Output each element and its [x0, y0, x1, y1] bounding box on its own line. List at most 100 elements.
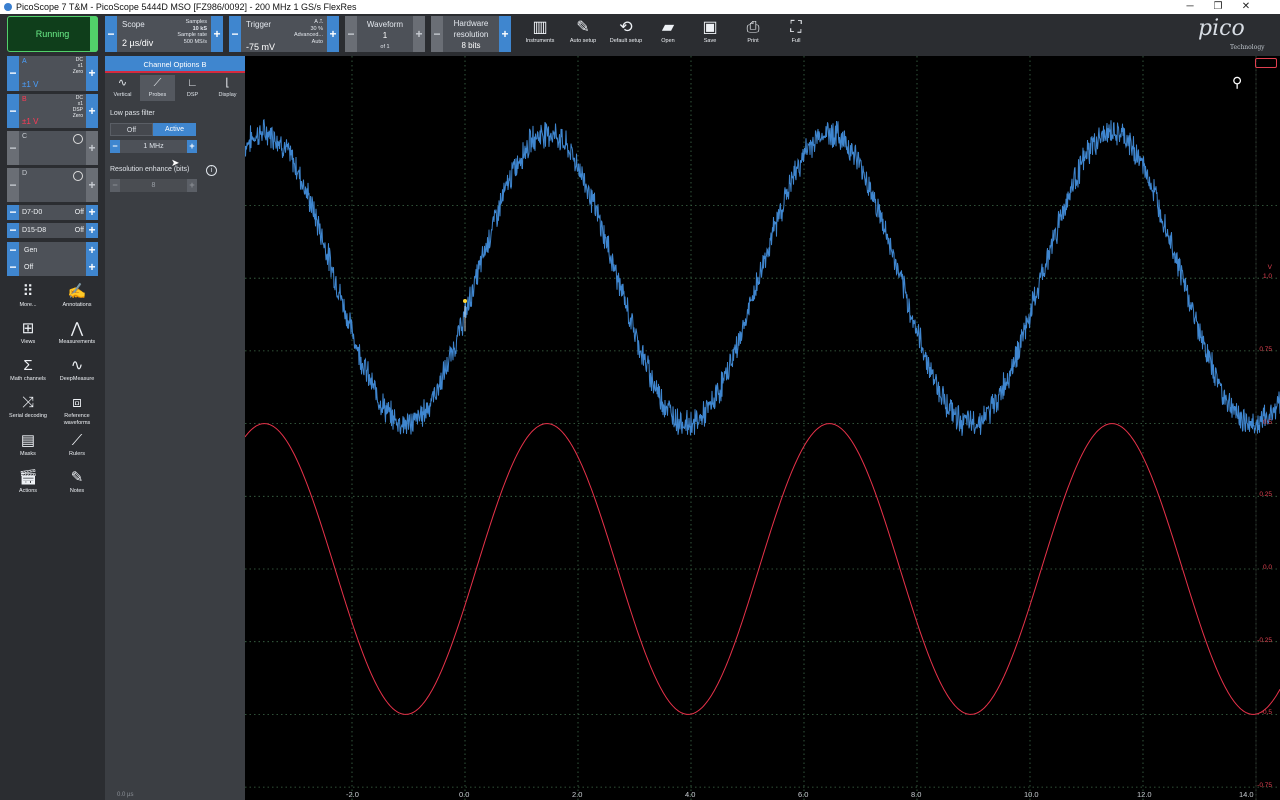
actions-button[interactable]: 🎬︎ Actions: [3, 468, 53, 495]
digital-d7-d0-decrease[interactable]: −: [7, 205, 19, 220]
rulers-button[interactable]: ⟋ Rulers: [52, 431, 102, 458]
restore-icon[interactable]: ❐: [1204, 0, 1232, 14]
gen-state[interactable]: Off: [24, 264, 33, 271]
digital-d15-d8-increase[interactable]: +: [86, 223, 98, 238]
channel-c-range-increase[interactable]: +: [86, 131, 98, 165]
notes-button[interactable]: ✎ Notes: [52, 468, 102, 495]
tab-vertical[interactable]: ∿ Vertical: [105, 75, 140, 101]
trigger-label: Trigger: [246, 20, 272, 29]
channel-b-range[interactable]: ±1 V: [22, 117, 38, 126]
samples-value[interactable]: 10 kS: [193, 26, 207, 32]
digital-d15-d8-state[interactable]: Off: [75, 227, 84, 234]
tab-display[interactable]: ⌊ Display: [210, 75, 245, 101]
more-button[interactable]: ⠿ More...: [3, 282, 53, 309]
tab-dsp[interactable]: ∟ DSP: [175, 75, 210, 101]
timebase-increase-button[interactable]: +: [211, 16, 223, 52]
low-pass-off-toggle[interactable]: Off: [110, 123, 153, 136]
channel-b-zero[interactable]: Zero: [73, 113, 83, 119]
channel-a-control[interactable]: − A ±1 V DC x1 Zero +: [7, 56, 98, 91]
run-indicator: [90, 16, 98, 52]
annotations-button[interactable]: ✍ Annotations: [52, 282, 102, 309]
trigger-mode[interactable]: Auto: [312, 39, 323, 45]
channel-d-control[interactable]: − D +: [7, 168, 98, 202]
channel-d-range-decrease[interactable]: −: [7, 168, 19, 202]
gen-state-increase[interactable]: +: [86, 259, 98, 276]
run-stop-button[interactable]: Running: [7, 16, 98, 52]
channel-c-range-decrease[interactable]: −: [7, 131, 19, 165]
low-pass-frequency-stepper[interactable]: − 1 MHz +: [110, 140, 197, 153]
digital-d7-d0-increase[interactable]: +: [86, 205, 98, 220]
digital-d7-d0-state[interactable]: Off: [75, 209, 84, 216]
vertical-icon: ∿: [117, 77, 128, 89]
math-channels-button[interactable]: Σ Math channels: [3, 356, 53, 383]
channel-b-control[interactable]: − B ±1 V DC x1 DSP Zero +: [7, 94, 98, 128]
channel-b-letter: B: [22, 96, 27, 103]
channel-a-range-increase[interactable]: +: [86, 56, 98, 91]
timebase-group: − Scope 2 µs/div Samples 10 kS Sample ra…: [105, 16, 223, 52]
channel-a-zero[interactable]: Zero: [73, 69, 83, 75]
resolution-enhance-stepper[interactable]: − 8 +: [110, 179, 197, 192]
frequency-increase-button[interactable]: +: [187, 140, 197, 153]
channel-b-range-increase[interactable]: +: [86, 94, 98, 128]
trigger-level[interactable]: -75 mV: [246, 42, 275, 52]
timebase-decrease-button[interactable]: −: [105, 16, 117, 52]
measurements-label: Measurements: [58, 339, 96, 345]
gen-increase[interactable]: +: [86, 242, 98, 259]
low-pass-frequency-value[interactable]: 1 MHz: [120, 140, 187, 153]
digital-d15-d8-decrease[interactable]: −: [7, 223, 19, 238]
masks-button[interactable]: ▤ Masks: [3, 431, 53, 458]
display-icon: ⌊: [225, 77, 230, 89]
pico-sub: Technology: [1230, 44, 1265, 51]
channel-c-power-icon[interactable]: [73, 134, 83, 144]
auto-setup-button[interactable]: ✎ Auto setup: [563, 18, 603, 52]
deepmeasure-button[interactable]: ∿ DeepMeasure: [52, 356, 102, 383]
full-screen-button[interactable]: ⛶ Full: [776, 18, 816, 52]
printer-icon: ⎙: [746, 19, 760, 36]
trigger-channel[interactable]: A: [314, 19, 317, 25]
measurements-button[interactable]: ⋀ Measurements: [52, 319, 102, 346]
channel-d-power-icon[interactable]: [73, 171, 83, 181]
scope-view[interactable]: ⚲ V 1.0 0.75 0.5 0.25 0.0 -0.25 -0.5 -0.75 -2.0 0…: [245, 56, 1280, 800]
default-setup-button[interactable]: ⟲ Default setup: [606, 18, 646, 52]
channel-c-control[interactable]: − C +: [7, 131, 98, 165]
trigger-percent[interactable]: 30 %: [310, 26, 323, 32]
res-enhance-increase-button[interactable]: +: [187, 179, 197, 192]
trigger-decrease-button[interactable]: −: [229, 16, 241, 52]
reference-waveforms-button[interactable]: ⧈ Reference waveforms: [52, 393, 102, 427]
digital-d7-d0-control[interactable]: − D7-D0 Off +: [7, 205, 98, 220]
channel-a-range-decrease[interactable]: −: [7, 56, 19, 91]
open-button[interactable]: ▰ Open: [648, 18, 688, 52]
signal-generator-control[interactable]: − − Gen Off + +: [7, 242, 98, 276]
digital-d15-d8-control[interactable]: − D15-D8 Off +: [7, 223, 98, 238]
resolution-enhance-value[interactable]: 8: [120, 179, 187, 192]
tab-probes[interactable]: ⟋ Probes: [140, 75, 175, 101]
scope-plot[interactable]: [245, 56, 1280, 800]
gen-decrease[interactable]: −: [7, 242, 19, 259]
channel-d-range-increase[interactable]: +: [86, 168, 98, 202]
tab-display-label: Display: [218, 92, 237, 98]
channel-a-range[interactable]: ±1 V: [22, 80, 38, 89]
timebase-value[interactable]: 2 µs/div: [122, 38, 153, 48]
serial-decoding-icon: ⤨: [21, 394, 34, 411]
info-icon[interactable]: i: [206, 165, 217, 176]
close-icon[interactable]: ✕: [1232, 0, 1260, 14]
zoom-icon[interactable]: ⚲: [1232, 74, 1242, 91]
trigger-increase-button[interactable]: +: [327, 16, 339, 52]
channel-b-offset-marker[interactable]: [1255, 58, 1277, 68]
res-enhance-decrease-button[interactable]: −: [110, 179, 120, 192]
save-button[interactable]: ▣ Save: [690, 18, 730, 52]
channel-b-range-decrease[interactable]: −: [7, 94, 19, 128]
gen-state-decrease[interactable]: −: [7, 259, 19, 276]
resolution-increase-button[interactable]: +: [499, 16, 511, 52]
rising-edge-icon[interactable]: ⎍: [319, 19, 323, 25]
frequency-decrease-button[interactable]: −: [110, 140, 120, 153]
minimize-icon[interactable]: ─: [1176, 0, 1204, 14]
instruments-button[interactable]: ▥ Instruments: [520, 18, 560, 52]
serial-decoding-button[interactable]: ⤨ Serial decoding: [3, 393, 53, 420]
trigger-advanced-link[interactable]: Advanced...: [294, 32, 323, 38]
waveform-next-button[interactable]: +: [413, 16, 425, 52]
print-button[interactable]: ⎙ Print: [733, 18, 773, 52]
low-pass-active-toggle[interactable]: Active: [153, 123, 196, 136]
views-button[interactable]: ⊞ Views: [3, 319, 53, 346]
channel-a-letter: A: [22, 58, 27, 65]
